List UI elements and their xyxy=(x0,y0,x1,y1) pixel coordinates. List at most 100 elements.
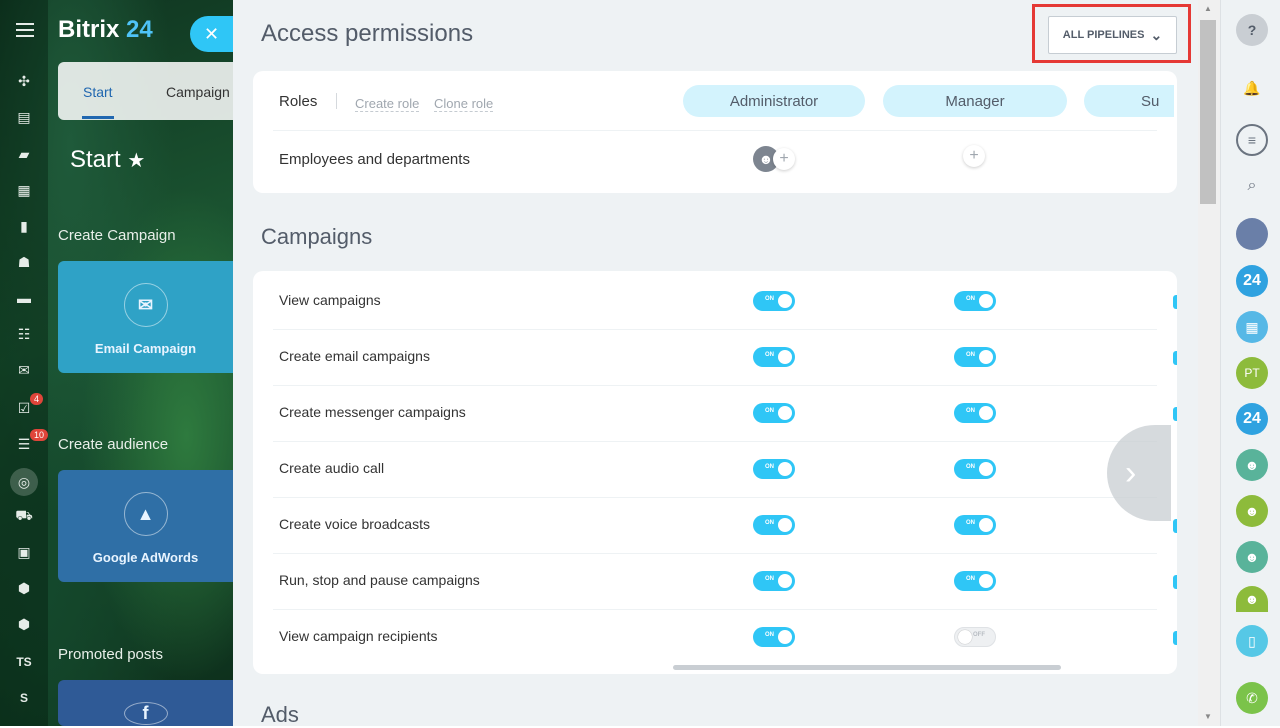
calendar-chat-icon[interactable]: ▦ xyxy=(1236,311,1268,343)
scroll-up-icon[interactable]: ▲ xyxy=(1204,4,1212,13)
tab-start[interactable]: Start xyxy=(83,84,113,100)
star-icon[interactable]: ★ xyxy=(127,150,145,172)
permission-row: Create messenger campaigns ON ON xyxy=(273,386,1177,442)
permission-label: Create email campaigns xyxy=(279,348,430,364)
vertical-scrollbar[interactable]: ▲ ▼ xyxy=(1198,0,1220,726)
toggle-manager[interactable]: ON xyxy=(954,459,996,479)
toggle-peek[interactable] xyxy=(1173,631,1177,645)
toggle-manager[interactable]: ON xyxy=(954,403,996,423)
toggle-manager[interactable]: ON xyxy=(954,347,996,367)
bell-icon[interactable]: 🔔 xyxy=(1236,72,1268,104)
ts-label[interactable]: TS xyxy=(14,652,34,672)
horizontal-scrollbar[interactable] xyxy=(673,665,1061,670)
app-logo[interactable]: Bitrix 24 xyxy=(58,16,153,44)
section-promoted-posts: Promoted posts xyxy=(58,646,164,663)
add-employee-admin-icon[interactable]: + xyxy=(773,148,795,170)
card-icon[interactable]: ▣ xyxy=(14,542,34,562)
facebook-card[interactable]: f xyxy=(58,680,233,726)
campaigns-panel: View campaigns ON ON Create email campai… xyxy=(253,271,1177,674)
role-manager[interactable]: Manager xyxy=(883,85,1067,117)
close-icon: ✕ xyxy=(204,23,220,44)
permission-row: Run, stop and pause campaigns ON ON xyxy=(273,554,1177,610)
toggle-manager[interactable]: ON xyxy=(954,515,996,535)
s-label[interactable]: S xyxy=(14,688,34,708)
toggle-peek[interactable] xyxy=(1173,519,1177,533)
toggle-peek[interactable] xyxy=(1173,575,1177,589)
create-role-link[interactable]: Create role xyxy=(355,96,420,112)
close-slider-button[interactable]: ✕ xyxy=(190,16,234,52)
contact-avatar-pt[interactable]: PT xyxy=(1236,357,1268,389)
permission-row: View campaigns ON ON xyxy=(273,274,1177,330)
permission-label: Create audio call xyxy=(279,460,385,476)
toggle-admin[interactable]: ON xyxy=(753,515,795,535)
toggle-admin[interactable]: ON xyxy=(753,291,795,311)
bitrix24-chat-icon[interactable]: 24 xyxy=(1236,265,1268,297)
toggle-peek[interactable] xyxy=(1173,351,1177,365)
permission-row: Create email campaigns ON ON xyxy=(273,330,1177,386)
left-menu-bar: ✣ ▤ ▰ ▦ ▮ ☗ ▬ ☷ ✉ ☑ 4 ☰ 10 ◎ ⛟ ▣ ⬢ ⬢ TS … xyxy=(0,0,49,726)
toggle-admin[interactable]: ON xyxy=(753,627,795,647)
tasks-icon[interactable]: ▤ xyxy=(14,107,34,127)
group-chat2-icon[interactable]: ☻ xyxy=(1236,495,1268,527)
right-sidebar: ? 🔔 ≡ ⌕ 24 ▦ PT 24 ☻ ☻ ☻ ☻ ▯ ✆ xyxy=(1220,0,1280,726)
email-campaign-card[interactable]: ✉ Email Campaign xyxy=(58,261,233,373)
clone-role-link[interactable]: Clone role xyxy=(434,96,494,112)
toggle-peek[interactable] xyxy=(1173,407,1177,421)
documents-icon[interactable]: ▮ xyxy=(14,216,34,236)
menu-icon[interactable] xyxy=(16,23,34,37)
permission-label: Run, stop and pause campaigns xyxy=(279,572,480,588)
bitrix24-chat2-icon[interactable]: 24 xyxy=(1236,403,1268,435)
call-icon[interactable]: ✆ xyxy=(1236,682,1268,714)
left-tab-bar: Start Campaign xyxy=(58,62,233,120)
toggle-admin[interactable]: ON xyxy=(753,347,795,367)
marketing-icon[interactable]: ◎ xyxy=(10,468,38,496)
user-avatar[interactable] xyxy=(1236,218,1268,250)
toggle-manager-off[interactable]: OFF xyxy=(954,627,996,647)
scroll-down-icon[interactable]: ▼ xyxy=(1204,712,1212,721)
facebook-icon: f xyxy=(123,702,168,725)
toggle-manager[interactable]: ON xyxy=(954,571,996,591)
group-chat-icon[interactable]: ☻ xyxy=(1236,449,1268,481)
chevron-right-icon: › xyxy=(1125,453,1137,492)
tab-campaigns[interactable]: Campaign xyxy=(166,84,230,100)
shop-icon[interactable]: ⛟ xyxy=(14,506,34,526)
help-icon[interactable]: ? xyxy=(1236,14,1268,46)
phone-device-icon[interactable]: ▯ xyxy=(1236,625,1268,657)
role-supervisor[interactable]: Su xyxy=(1084,85,1174,117)
email-icon: ✉ xyxy=(123,283,168,327)
group-chat3-icon[interactable]: ☻ xyxy=(1236,541,1268,573)
robot-icon[interactable]: ☗ xyxy=(14,252,34,272)
chat-icon[interactable]: ▰ xyxy=(14,144,34,164)
toggle-manager[interactable]: ON xyxy=(954,291,996,311)
employees-label: Employees and departments xyxy=(279,151,470,168)
toggle-peek[interactable] xyxy=(1173,295,1177,309)
search-icon[interactable]: ⌕ xyxy=(1236,170,1268,202)
toggle-admin[interactable]: ON xyxy=(753,571,795,591)
scroll-thumb[interactable] xyxy=(1200,20,1216,204)
adwords-icon: ▲ xyxy=(123,492,168,536)
divider xyxy=(336,93,337,109)
drive-icon[interactable]: ▬ xyxy=(14,288,34,308)
contacts-icon[interactable]: ☷ xyxy=(14,324,34,344)
add-employee-manager-icon[interactable]: + xyxy=(963,145,985,167)
roles-panel: Roles Create role Clone role Administrat… xyxy=(253,71,1177,193)
google-adwords-card[interactable]: ▲ Google AdWords xyxy=(58,470,233,582)
section-create-campaign: Create Campaign xyxy=(58,227,176,244)
section-create-audience: Create audience xyxy=(58,436,169,453)
box-icon[interactable]: ⬢ xyxy=(14,578,34,598)
messages-icon[interactable]: ≡ xyxy=(1236,124,1268,156)
permission-label: View campaign recipients xyxy=(279,628,438,644)
main-panel: Access permissions ALL PIPELINES ⌄ Roles… xyxy=(233,0,1220,727)
mail-icon[interactable]: ✉ xyxy=(14,360,34,380)
permission-label: View campaigns xyxy=(279,292,381,308)
permission-row: Create audio call ON ON xyxy=(273,442,1157,498)
group-chat4-icon[interactable]: ☻ xyxy=(1236,586,1268,612)
box2-icon[interactable]: ⬢ xyxy=(14,614,34,634)
toggle-admin[interactable]: ON xyxy=(753,459,795,479)
permission-label: Create voice broadcasts xyxy=(279,516,430,532)
feed-icon[interactable]: ✣ xyxy=(14,71,34,91)
toggle-admin[interactable]: ON xyxy=(753,403,795,423)
calendar-icon[interactable]: ▦ xyxy=(14,180,34,200)
role-administrator[interactable]: Administrator xyxy=(683,85,865,117)
tasks-badge: 4 xyxy=(30,393,44,405)
